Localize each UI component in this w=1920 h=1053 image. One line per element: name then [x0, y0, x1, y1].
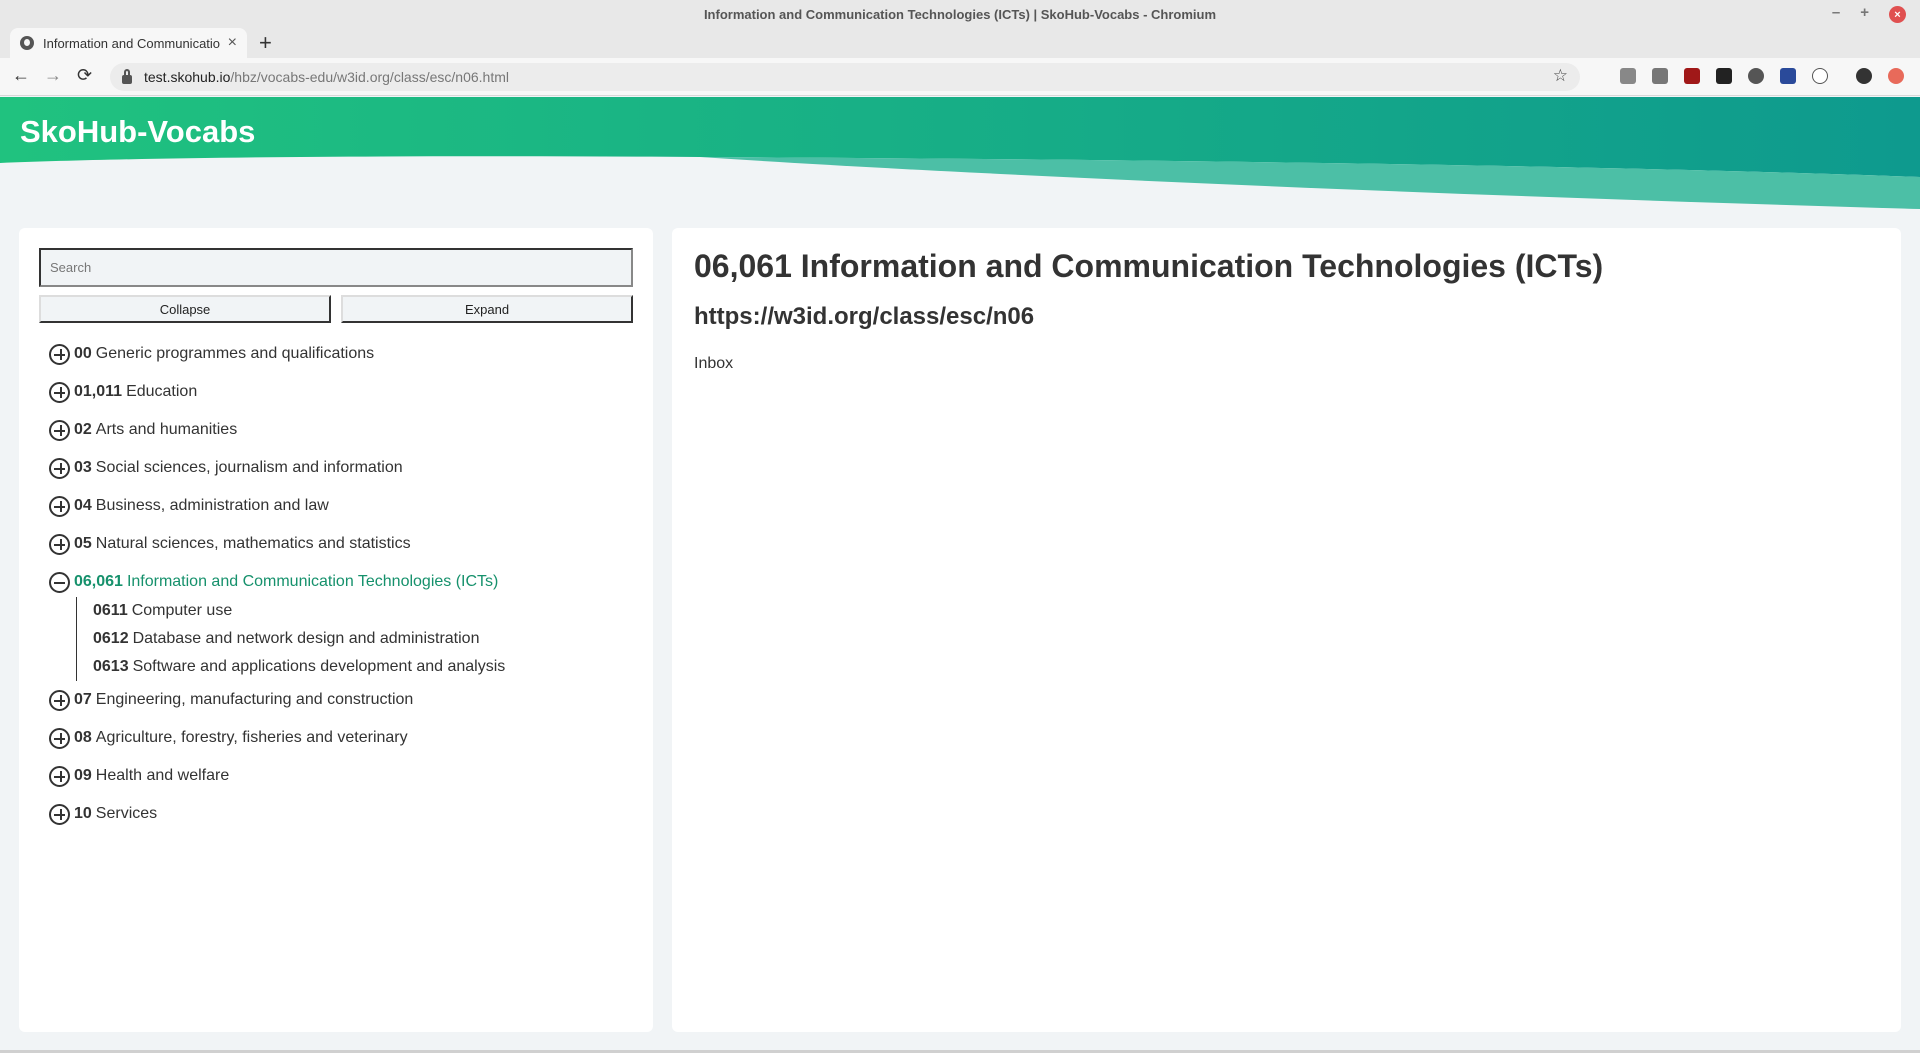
tree-child-label[interactable]: Computer use — [132, 602, 233, 620]
tree-child-notation: 0613 — [93, 658, 129, 675]
profile-avatar-icon[interactable] — [1856, 68, 1872, 84]
close-window-button[interactable]: × — [1889, 6, 1906, 23]
tree-child-0613[interactable]: 0613 Software and applications developme… — [93, 653, 633, 681]
language-flag-icon[interactable] — [1780, 68, 1796, 84]
tree-item-notation: 02 — [74, 421, 92, 438]
bookmark-star-icon[interactable]: ☆ — [1553, 66, 1568, 86]
plus-circle-icon[interactable] — [49, 343, 70, 365]
extension-info-icon[interactable] — [1812, 68, 1828, 84]
tree-item-label[interactable]: Business, administration and law — [96, 497, 329, 515]
extension-circle-icon[interactable] — [1748, 68, 1764, 84]
tree-item-label[interactable]: Arts and humanities — [96, 421, 237, 439]
tree-children: 0611 Computer use 0612 Database and netw… — [39, 597, 633, 681]
url-path: /hbz/vocabs-edu/w3id.org/class/esc/n06.h… — [230, 69, 509, 85]
tree-child-label[interactable]: Software and applications development an… — [133, 658, 506, 676]
minimize-button[interactable]: – — [1832, 4, 1840, 23]
tab-title: Information and Communicatio — [43, 35, 221, 51]
concept-title: 06,061 Information and Communication Tec… — [694, 248, 1604, 284]
tree-item-00[interactable]: 00 Generic programmes and qualifications — [39, 335, 633, 373]
extension-tools-icon[interactable] — [1620, 68, 1636, 84]
ublock-icon[interactable] — [1684, 68, 1700, 84]
tree-child-label[interactable]: Database and network design and administ… — [133, 630, 480, 648]
concept-tree: 00 Generic programmes and qualifications… — [39, 335, 633, 833]
extension-lock-icon[interactable] — [1716, 68, 1732, 84]
tree-item-label[interactable]: Natural sciences, mathematics and statis… — [96, 535, 411, 553]
window-controls: – + × — [1832, 4, 1906, 23]
tree-item-08[interactable]: 08 Agriculture, forestry, fisheries and … — [39, 719, 633, 757]
plus-circle-icon[interactable] — [49, 689, 70, 711]
tree-item-06-061-active[interactable]: 06,061 Information and Communication Tec… — [39, 563, 633, 601]
window-titlebar: Information and Communication Technologi… — [0, 0, 1920, 28]
tree-item-notation: 03 — [74, 459, 92, 476]
header-wave-graphic — [0, 97, 1920, 209]
back-button[interactable]: ← — [12, 65, 30, 86]
plus-circle-icon[interactable] — [49, 727, 70, 749]
concept-panel: 06,061 Information and Communication Tec… — [672, 228, 1901, 1032]
tree-item-label[interactable]: Health and welfare — [96, 767, 229, 785]
plus-circle-icon[interactable] — [49, 419, 70, 441]
plus-circle-icon[interactable] — [49, 765, 70, 787]
tree-item-notation: 04 — [74, 497, 92, 514]
inbox-label: Inbox — [694, 355, 734, 372]
window-title: Information and Communication Technologi… — [703, 6, 1217, 22]
plus-circle-icon[interactable] — [49, 381, 70, 403]
tree-item-label[interactable]: Generic programmes and qualifications — [96, 345, 374, 363]
forward-button[interactable]: → — [44, 65, 62, 86]
tree-item-07[interactable]: 07 Engineering, manufacturing and constr… — [39, 681, 633, 719]
tree-child-notation: 0611 — [93, 602, 128, 619]
search-input[interactable] — [39, 248, 633, 287]
new-tab-button[interactable]: + — [259, 30, 272, 56]
sidebar-panel: Collapse Expand 00 Generic programmes an… — [19, 228, 653, 1032]
tab-close-icon[interactable]: × — [228, 34, 237, 52]
tab-strip: Information and Communicatio × + — [0, 28, 1920, 58]
site-header: SkoHub-Vocabs — [0, 97, 1920, 209]
extension-page-icon[interactable] — [1652, 68, 1668, 84]
minus-circle-icon[interactable] — [49, 571, 70, 593]
tree-item-09[interactable]: 09 Health and welfare — [39, 757, 633, 795]
plus-circle-icon[interactable] — [49, 803, 70, 825]
tree-item-label[interactable]: Agriculture, forestry, fisheries and vet… — [96, 729, 408, 747]
tree-item-notation: 09 — [74, 767, 92, 784]
tree-item-notation: 01,011 — [74, 383, 123, 400]
expand-button[interactable]: Expand — [341, 295, 633, 323]
tree-child-notation: 0612 — [93, 630, 129, 647]
tree-item-label[interactable]: Services — [96, 805, 157, 823]
tree-child-0612[interactable]: 0612 Database and network design and adm… — [93, 625, 633, 653]
maximize-button[interactable]: + — [1860, 4, 1869, 23]
reload-button[interactable]: ⟳ — [77, 65, 92, 86]
plus-circle-icon[interactable] — [49, 457, 70, 479]
browser-toolbar: ← → ⟳ test.skohub.io /hbz/vocabs-edu/w3i… — [0, 58, 1920, 96]
tree-item-05[interactable]: 05 Natural sciences, mathematics and sta… — [39, 525, 633, 563]
site-title[interactable]: SkoHub-Vocabs — [20, 114, 255, 150]
browser-tab[interactable]: Information and Communicatio × — [10, 28, 247, 58]
concept-uri: https://w3id.org/class/esc/n06 — [694, 303, 1035, 330]
tree-item-notation: 07 — [74, 691, 92, 708]
url-host: test.skohub.io — [144, 69, 231, 85]
tree-item-10[interactable]: 10 Services — [39, 795, 633, 833]
tree-item-label[interactable]: Social sciences, journalism and informat… — [96, 459, 403, 477]
tree-item-01-011[interactable]: 01,011 Education — [39, 373, 633, 411]
plus-circle-icon[interactable] — [49, 495, 70, 517]
tree-child-0611[interactable]: 0611 Computer use — [93, 597, 633, 625]
plus-circle-icon[interactable] — [49, 533, 70, 555]
tree-item-04[interactable]: 04 Business, administration and law — [39, 487, 633, 525]
tree-item-02[interactable]: 02 Arts and humanities — [39, 411, 633, 449]
tree-item-notation: 05 — [74, 535, 92, 552]
tree-item-notation: 00 — [74, 345, 92, 362]
globe-icon — [20, 36, 34, 50]
tree-item-notation: 08 — [74, 729, 92, 746]
address-bar[interactable]: test.skohub.io /hbz/vocabs-edu/w3id.org/… — [110, 63, 1580, 91]
tree-controls: Collapse Expand — [39, 295, 633, 323]
tree-item-label[interactable]: Education — [126, 383, 197, 401]
tree-item-notation: 10 — [74, 805, 92, 822]
lock-icon — [122, 68, 132, 84]
collapse-button[interactable]: Collapse — [39, 295, 331, 323]
tree-item-label[interactable]: Information and Communication Technologi… — [127, 573, 498, 591]
tree-item-03[interactable]: 03 Social sciences, journalism and infor… — [39, 449, 633, 487]
update-icon[interactable] — [1888, 68, 1904, 84]
tree-item-label[interactable]: Engineering, manufacturing and construct… — [96, 691, 414, 709]
tree-item-notation: 06,061 — [74, 573, 123, 590]
